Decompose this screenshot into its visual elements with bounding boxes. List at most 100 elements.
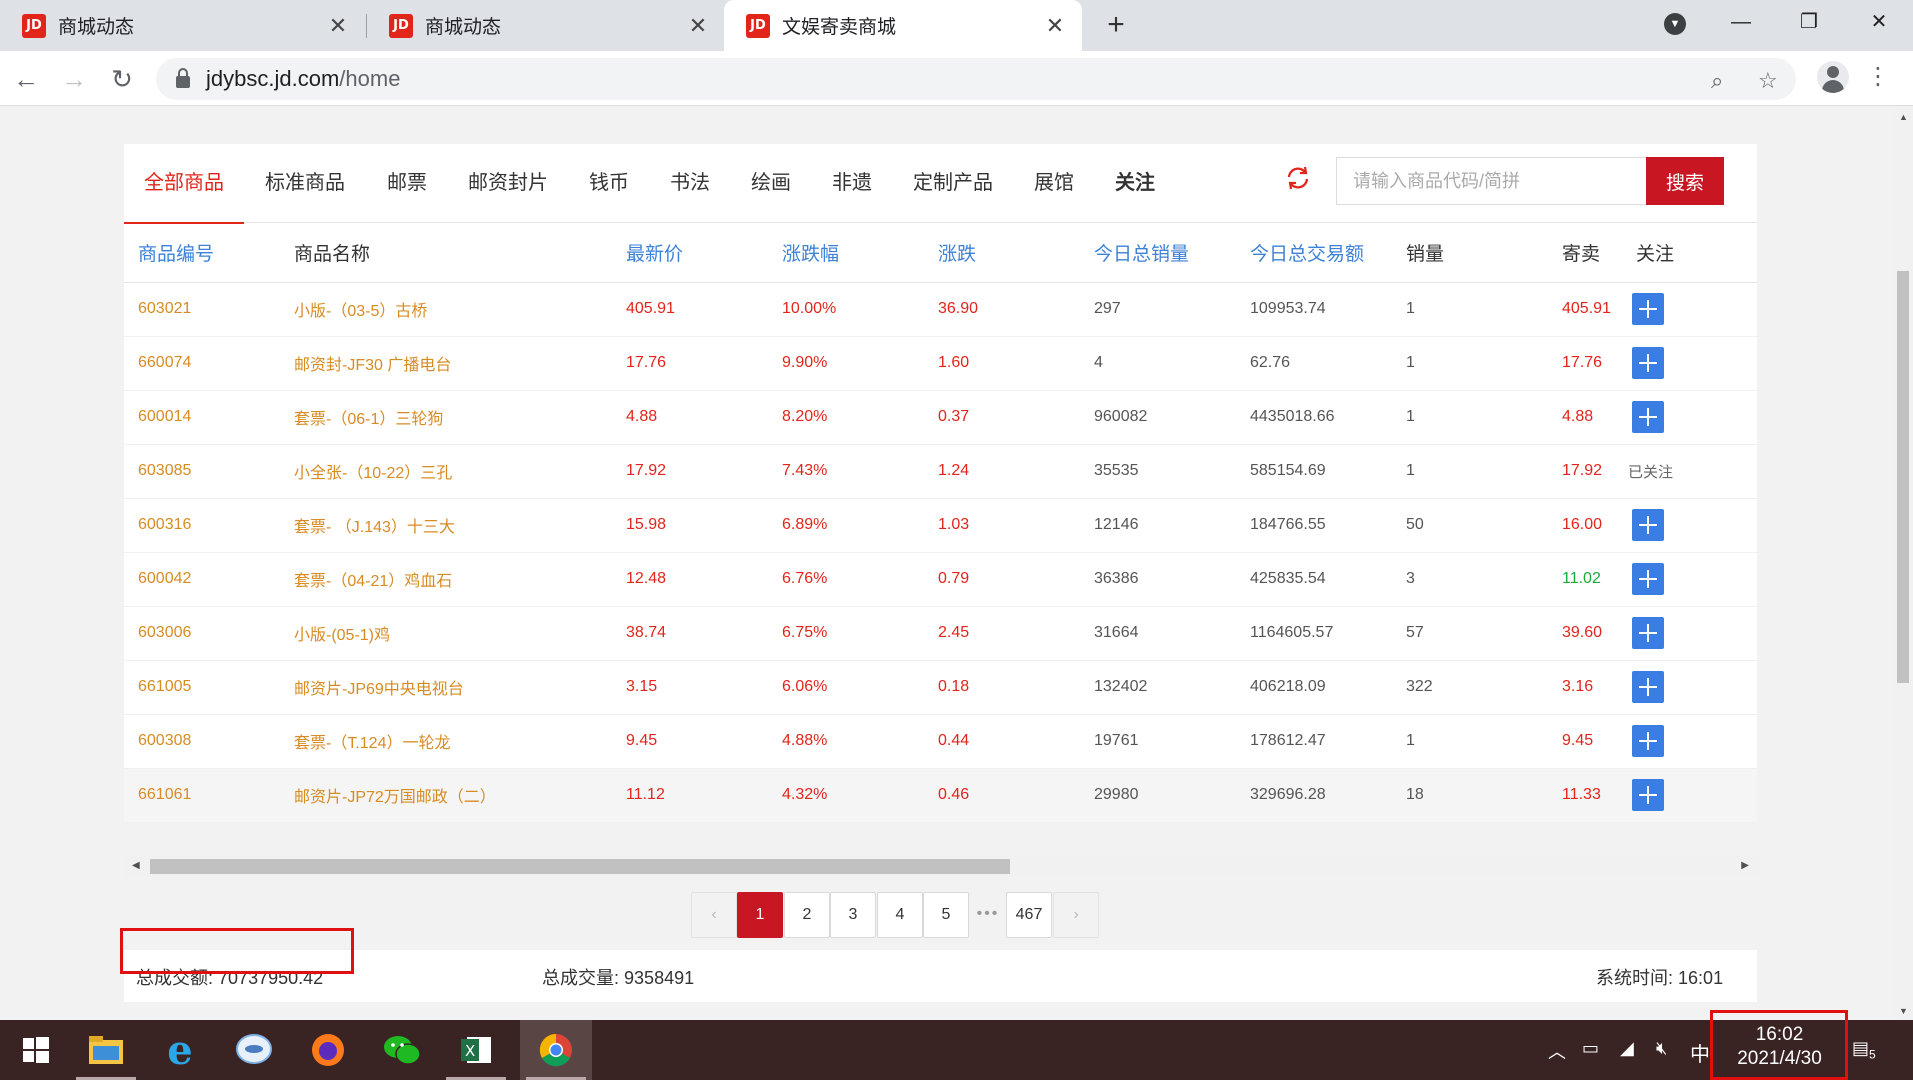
internet-explorer-icon[interactable]: e bbox=[144, 1020, 216, 1080]
reload-icon[interactable]: ↻ bbox=[104, 61, 140, 97]
horizontal-scrollbar[interactable]: ◀ ▶ bbox=[124, 856, 1757, 876]
product-code[interactable]: 603021 bbox=[124, 282, 280, 337]
tab-standard-products[interactable]: 标准商品 bbox=[265, 144, 345, 223]
add-follow-plus-icon[interactable] bbox=[1632, 563, 1664, 595]
page-1-button[interactable]: 1 bbox=[737, 892, 783, 938]
product-name[interactable]: 邮资片-JP69中央电视台 bbox=[280, 660, 612, 715]
window-close-icon[interactable]: ✕ bbox=[1851, 0, 1907, 44]
col-latest-price[interactable]: 最新价 bbox=[612, 223, 768, 283]
battery-icon[interactable]: ▭ bbox=[1582, 1038, 1599, 1059]
browser-tab-3-active[interactable]: JD 文娱寄卖商城 ✕ bbox=[724, 0, 1082, 51]
volume-muted-icon[interactable]: 🔇︎ bbox=[1656, 1038, 1667, 1059]
product-name[interactable]: 邮资片-JP72万国邮政（二） bbox=[280, 768, 612, 823]
tab-exhibition[interactable]: 展馆 bbox=[1034, 144, 1074, 223]
product-name[interactable]: 小全张-（10-22）三孔 bbox=[280, 444, 612, 499]
browser-tab-1[interactable]: JD 商城动态 ✕ bbox=[0, 0, 365, 51]
product-code[interactable]: 661005 bbox=[124, 660, 280, 715]
product-code[interactable]: 660074 bbox=[124, 336, 280, 391]
firefox-icon[interactable] bbox=[292, 1020, 364, 1080]
table-row[interactable]: 600308 套票-（T.124）一轮龙 9.45 4.88% 0.44 19761 178… bbox=[124, 714, 1757, 769]
table-row[interactable]: 600316 套票- （J.143）十三大 15.98 6.89% 1.03 12146 1… bbox=[124, 498, 1757, 553]
col-today-volume[interactable]: 今日总销量 bbox=[1080, 223, 1236, 283]
tray-expand-icon[interactable]: ︿ bbox=[1548, 1038, 1566, 1064]
tab-all-products[interactable]: 全部商品 bbox=[124, 144, 244, 224]
product-name[interactable]: 套票-（04-21）鸡血石 bbox=[280, 552, 612, 607]
notification-icon[interactable]: ▤5 bbox=[1852, 1038, 1876, 1062]
scroll-right-arrow-icon[interactable]: ▶ bbox=[1741, 860, 1749, 871]
product-search-input[interactable] bbox=[1336, 157, 1648, 205]
table-row[interactable]: 661005 邮资片-JP69中央电视台 3.15 6.06% 0.18 132402 40… bbox=[124, 660, 1757, 715]
restore-icon[interactable]: ❐ bbox=[1781, 0, 1837, 44]
product-name[interactable]: 套票- （J.143）十三大 bbox=[280, 498, 612, 553]
product-code[interactable]: 600308 bbox=[124, 714, 280, 769]
product-code[interactable]: 600316 bbox=[124, 498, 280, 553]
file-explorer-icon[interactable] bbox=[70, 1020, 142, 1080]
product-name[interactable]: 邮资封-JF30 广播电台 bbox=[280, 336, 612, 391]
page-ellipsis[interactable]: ••• bbox=[965, 892, 1011, 938]
col-change-pct[interactable]: 涨跌幅 bbox=[768, 223, 924, 283]
product-code[interactable]: 661061 bbox=[124, 768, 280, 823]
page-vertical-scrollbar[interactable]: ▲ ▼ bbox=[1893, 106, 1913, 1020]
forward-arrow-icon[interactable]: → bbox=[56, 61, 92, 97]
table-row[interactable]: 661061 邮资片-JP72万国邮政（二） 11.12 4.32% 0.46 29980… bbox=[124, 768, 1757, 823]
col-change[interactable]: 涨跌 bbox=[924, 223, 1080, 283]
chrome-icon[interactable] bbox=[520, 1020, 592, 1080]
product-name[interactable]: 套票-（T.124）一轮龙 bbox=[280, 714, 612, 769]
product-name[interactable]: 小版-(05-1)鸡 bbox=[280, 606, 612, 661]
profile-avatar-icon[interactable] bbox=[1817, 61, 1849, 93]
search-button[interactable]: 搜索 bbox=[1646, 157, 1724, 205]
bookmark-star-icon[interactable]: ☆ bbox=[1758, 68, 1778, 94]
tab-custom-products[interactable]: 定制产品 bbox=[913, 144, 993, 223]
page-4-button[interactable]: 4 bbox=[877, 892, 923, 938]
tab-following[interactable]: 关注 bbox=[1115, 144, 1155, 223]
page-2-button[interactable]: 2 bbox=[784, 892, 830, 938]
scroll-left-arrow-icon[interactable]: ◀ bbox=[132, 860, 140, 871]
excel-icon[interactable]: X bbox=[440, 1020, 512, 1080]
product-code[interactable]: 603006 bbox=[124, 606, 280, 661]
page-last-button[interactable]: 467 bbox=[1006, 892, 1052, 938]
table-row[interactable]: 660074 邮资封-JF30 广播电台 17.76 9.90% 1.60 4 62.76 1… bbox=[124, 336, 1757, 391]
table-row[interactable]: 603085 小全张-（10-22）三孔 17.92 7.43% 1.24 35535 58… bbox=[124, 444, 1757, 499]
scroll-down-arrow-icon[interactable]: ▼ bbox=[1899, 1006, 1908, 1016]
tab-close-icon[interactable]: ✕ bbox=[685, 13, 711, 39]
tab-stamps[interactable]: 邮票 bbox=[387, 144, 427, 223]
browser-tab-2[interactable]: JD 商城动态 ✕ bbox=[367, 0, 725, 51]
table-row[interactable]: 603021 小版-（03-5）古桥 405.91 10.00% 36.90 297 109… bbox=[124, 282, 1757, 337]
tab-search-icon[interactable]: ▼ bbox=[1664, 13, 1686, 35]
add-follow-plus-icon[interactable] bbox=[1632, 725, 1664, 757]
tab-close-icon[interactable]: ✕ bbox=[1042, 13, 1068, 39]
tab-postal-covers[interactable]: 邮资封片 bbox=[468, 144, 548, 223]
browser-menu-icon[interactable]: ⋮ bbox=[1866, 61, 1890, 93]
network-icon[interactable]: ◢ bbox=[1620, 1038, 1634, 1059]
col-product-code[interactable]: 商品编号 bbox=[124, 223, 280, 283]
page-5-button[interactable]: 5 bbox=[923, 892, 969, 938]
refresh-icon[interactable] bbox=[1284, 164, 1312, 192]
minimize-icon[interactable]: — bbox=[1713, 0, 1769, 44]
add-follow-plus-icon[interactable] bbox=[1632, 617, 1664, 649]
windows-start-icon[interactable] bbox=[0, 1020, 72, 1080]
product-code[interactable]: 600014 bbox=[124, 390, 280, 445]
table-row[interactable]: 600042 套票-（04-21）鸡血石 12.48 6.76% 0.79 36386 42… bbox=[124, 552, 1757, 607]
product-code[interactable]: 600042 bbox=[124, 552, 280, 607]
add-follow-plus-icon[interactable] bbox=[1632, 509, 1664, 541]
tab-intangible-heritage[interactable]: 非遗 bbox=[832, 144, 872, 223]
col-today-amount[interactable]: 今日总交易额 bbox=[1236, 223, 1392, 283]
product-code[interactable]: 603085 bbox=[124, 444, 280, 499]
scrollbar-thumb[interactable] bbox=[150, 859, 1010, 874]
tab-close-icon[interactable]: ✕ bbox=[325, 13, 351, 39]
back-arrow-icon[interactable]: ← bbox=[8, 61, 44, 97]
product-name[interactable]: 小版-（03-5）古桥 bbox=[280, 282, 612, 337]
page-3-button[interactable]: 3 bbox=[830, 892, 876, 938]
table-row[interactable]: 600014 套票-（06-1）三轮狗 4.88 8.20% 0.37 960082 443… bbox=[124, 390, 1757, 445]
next-page-button[interactable]: › bbox=[1053, 892, 1099, 938]
add-follow-plus-icon[interactable] bbox=[1632, 401, 1664, 433]
add-follow-plus-icon[interactable] bbox=[1632, 671, 1664, 703]
prev-page-button[interactable]: ‹ bbox=[691, 892, 737, 938]
zoom-icon[interactable]: ⌕ bbox=[1711, 68, 1723, 94]
address-bar[interactable]: jdybsc.jd.com/home ⌕ ☆ bbox=[156, 58, 1796, 100]
tab-coins[interactable]: 钱币 bbox=[589, 144, 629, 223]
add-follow-plus-icon[interactable] bbox=[1632, 347, 1664, 379]
tab-painting[interactable]: 绘画 bbox=[751, 144, 791, 223]
wechat-icon[interactable] bbox=[366, 1020, 438, 1080]
scroll-up-arrow-icon[interactable]: ▲ bbox=[1899, 112, 1908, 122]
